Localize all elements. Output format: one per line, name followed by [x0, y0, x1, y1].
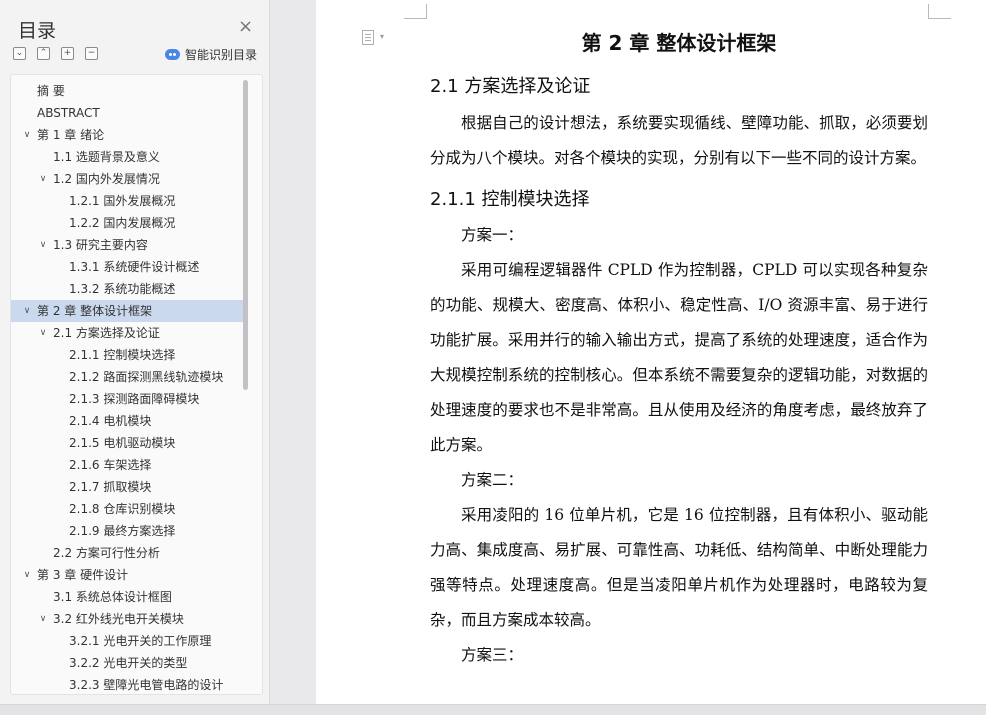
toc-item-label: 1.1 选题背景及意义: [53, 150, 160, 164]
toc-list: 摘 要 ABSTRACT ∨ 第 1 章 绪论 1.1 选题背景及意义 ∨ 1.2 国内外发…: [11, 80, 243, 694]
crop-mark-left: [404, 4, 427, 19]
toc-item-label: 2.1.7 抓取模块: [69, 480, 152, 494]
toc-item-label: 2.1.9 最终方案选择: [69, 524, 176, 538]
remove-heading-icon[interactable]: −: [85, 47, 98, 60]
toc-item-label: 1.2.2 国内发展概况: [69, 216, 176, 230]
toc-item[interactable]: 2.1.6 车架选择: [11, 454, 243, 476]
toc-item[interactable]: 2.1.8 仓库识别模块: [11, 498, 243, 520]
scheme-1-paragraph: 采用可编程逻辑器件 CPLD 作为控制器，CPLD 可以实现各种复杂的功能、规模…: [430, 261, 928, 454]
toc-item[interactable]: 2.1.9 最终方案选择: [11, 520, 243, 542]
toc-item[interactable]: 3.2.3 壁障光电管电路的设计: [11, 674, 243, 694]
smart-toc-button[interactable]: 智能识别目录: [165, 46, 257, 63]
paragraph-intro: 根据自己的设计想法，系统要实现循线、壁障功能、抓取，必须要划分成为八个模块。对各…: [430, 114, 928, 167]
toc-item-label: 1.2.1 国外发展概况: [69, 194, 176, 208]
toc-item[interactable]: ABSTRACT: [11, 102, 243, 124]
toc-item[interactable]: 2.1.3 探测路面障碍模块: [11, 388, 243, 410]
section-heading-2-1-1: 2.1.1 控制模块选择: [430, 189, 590, 210]
page-layout-icon[interactable]: [362, 30, 374, 45]
toc-item[interactable]: 2.1.4 电机模块: [11, 410, 243, 432]
toc-item-label: 2.1.2 路面探测黑线轨迹模块: [69, 370, 224, 384]
toc-list-container: 摘 要 ABSTRACT ∨ 第 1 章 绪论 1.1 选题背景及意义 ∨ 1.2 国内外发…: [10, 74, 263, 695]
toc-item[interactable]: 2.1.7 抓取模块: [11, 476, 243, 498]
toc-panel: 目录 × ⌄ ⌃ + − 智能识别目录 摘 要 ABSTRACT ∨ 第 1 章 绪论…: [0, 0, 270, 714]
toc-item[interactable]: 2.1.1 控制模块选择: [11, 344, 243, 366]
toc-item-label: 2.1.1 控制模块选择: [69, 348, 176, 362]
toc-item[interactable]: 2.1.2 路面探测黑线轨迹模块: [11, 366, 243, 388]
chapter-heading: 第 2 章 整体设计框架: [581, 31, 777, 55]
toc-item[interactable]: 1.3.1 系统硬件设计概述: [11, 256, 243, 278]
chevron-down-icon[interactable]: ∨: [21, 564, 33, 586]
toc-item[interactable]: 摘 要: [11, 80, 243, 102]
chevron-down-icon[interactable]: ∨: [21, 124, 33, 146]
toc-item-label: 3.2.3 壁障光电管电路的设计: [69, 678, 224, 692]
collapse-all-icon[interactable]: ⌄: [13, 47, 26, 60]
toc-item-label: 2.1.5 电机驱动模块: [69, 436, 176, 450]
expand-up-icon[interactable]: ⌃: [37, 47, 50, 60]
toc-item[interactable]: 2.1.5 电机驱动模块: [11, 432, 243, 454]
add-heading-icon[interactable]: +: [61, 47, 74, 60]
toc-item[interactable]: 1.1 选题背景及意义: [11, 146, 243, 168]
toc-item-label: 1.3 研究主要内容: [53, 238, 148, 252]
chevron-down-icon[interactable]: ∨: [37, 234, 49, 256]
toc-item-label: 摘 要: [37, 84, 65, 98]
toc-item-label: 第 2 章 整体设计框架: [37, 304, 153, 318]
scheme-1-label: 方案一：: [461, 226, 524, 244]
scheme-2-paragraph: 采用凌阳的 16 位单片机，它是 16 位控制器，且有体积小、驱动能力高、集成度…: [430, 506, 928, 629]
toc-item-label: 1.3.2 系统功能概述: [69, 282, 176, 296]
toc-item[interactable]: 3.2.2 光电开关的类型: [11, 652, 243, 674]
document-body: 第 2 章 整体设计框架 2.1 方案选择及论证 根据自己的设计想法，系统要实现…: [430, 28, 928, 673]
toc-item[interactable]: 3.2.1 光电开关的工作原理: [11, 630, 243, 652]
toc-item-label: 1.3.1 系统硬件设计概述: [69, 260, 200, 274]
toc-item-label: 2.1.3 探测路面障碍模块: [69, 392, 200, 406]
section-heading-2-1: 2.1 方案选择及论证: [430, 76, 591, 97]
ai-assistant-icon: [165, 49, 180, 60]
toc-item[interactable]: 1.2.2 国内发展概况: [11, 212, 243, 234]
smart-toc-label: 智能识别目录: [185, 48, 258, 62]
toc-item-label: 第 3 章 硬件设计: [37, 568, 129, 582]
chevron-down-icon[interactable]: ∨: [21, 300, 33, 322]
toc-title: 目录: [18, 20, 57, 42]
document-page: ▾ 第 2 章 整体设计框架 2.1 方案选择及论证 根据自己的设计想法，系统要…: [316, 0, 986, 704]
chevron-down-icon[interactable]: ∨: [37, 168, 49, 190]
toc-item-label: 2.1.4 电机模块: [69, 414, 152, 428]
toc-item[interactable]: ∨ 1.3 研究主要内容: [11, 234, 243, 256]
chevron-down-icon[interactable]: ∨: [37, 322, 49, 344]
toc-item[interactable]: ∨ 1.2 国内外发展情况: [11, 168, 243, 190]
scheme-3-label: 方案三：: [461, 646, 524, 664]
toc-item-label: 2.1.8 仓库识别模块: [69, 502, 176, 516]
toc-item[interactable]: 2.2 方案可行性分析: [11, 542, 243, 564]
toc-item-label: 3.2.2 光电开关的类型: [69, 656, 188, 670]
toc-item-label: 3.2 红外线光电开关模块: [53, 612, 184, 626]
toc-item-label: 2.1 方案选择及论证: [53, 326, 160, 340]
toc-item[interactable]: 3.1 系统总体设计框图: [11, 586, 243, 608]
toc-item[interactable]: ∨ 2.1 方案选择及论证: [11, 322, 243, 344]
status-bar: [0, 704, 986, 715]
scheme-2-label: 方案二：: [461, 471, 524, 489]
toc-item[interactable]: ∨ 第 1 章 绪论: [11, 124, 243, 146]
toc-scrollbar[interactable]: [243, 80, 248, 390]
toc-item-label: 1.2 国内外发展情况: [53, 172, 160, 186]
toc-item[interactable]: ∨ 第 2 章 整体设计框架: [11, 300, 243, 322]
document-canvas: ▾ 第 2 章 整体设计框架 2.1 方案选择及论证 根据自己的设计想法，系统要…: [270, 0, 986, 704]
chevron-down-icon[interactable]: ∨: [37, 608, 49, 630]
close-icon[interactable]: ×: [238, 16, 253, 37]
toc-item[interactable]: ∨ 第 3 章 硬件设计: [11, 564, 243, 586]
toc-item-label: 2.2 方案可行性分析: [53, 546, 160, 560]
chevron-down-icon[interactable]: ▾: [380, 32, 384, 41]
toc-item[interactable]: ∨ 3.2 红外线光电开关模块: [11, 608, 243, 630]
toc-item-label: 2.1.6 车架选择: [69, 458, 152, 472]
toc-item-label: ABSTRACT: [37, 106, 100, 120]
toc-item[interactable]: 1.2.1 国外发展概况: [11, 190, 243, 212]
toc-item[interactable]: 1.3.2 系统功能概述: [11, 278, 243, 300]
toc-item-label: 第 1 章 绪论: [37, 128, 105, 142]
toc-item-label: 3.1 系统总体设计框图: [53, 590, 172, 604]
toc-item-label: 3.2.1 光电开关的工作原理: [69, 634, 212, 648]
crop-mark-right: [928, 4, 951, 19]
